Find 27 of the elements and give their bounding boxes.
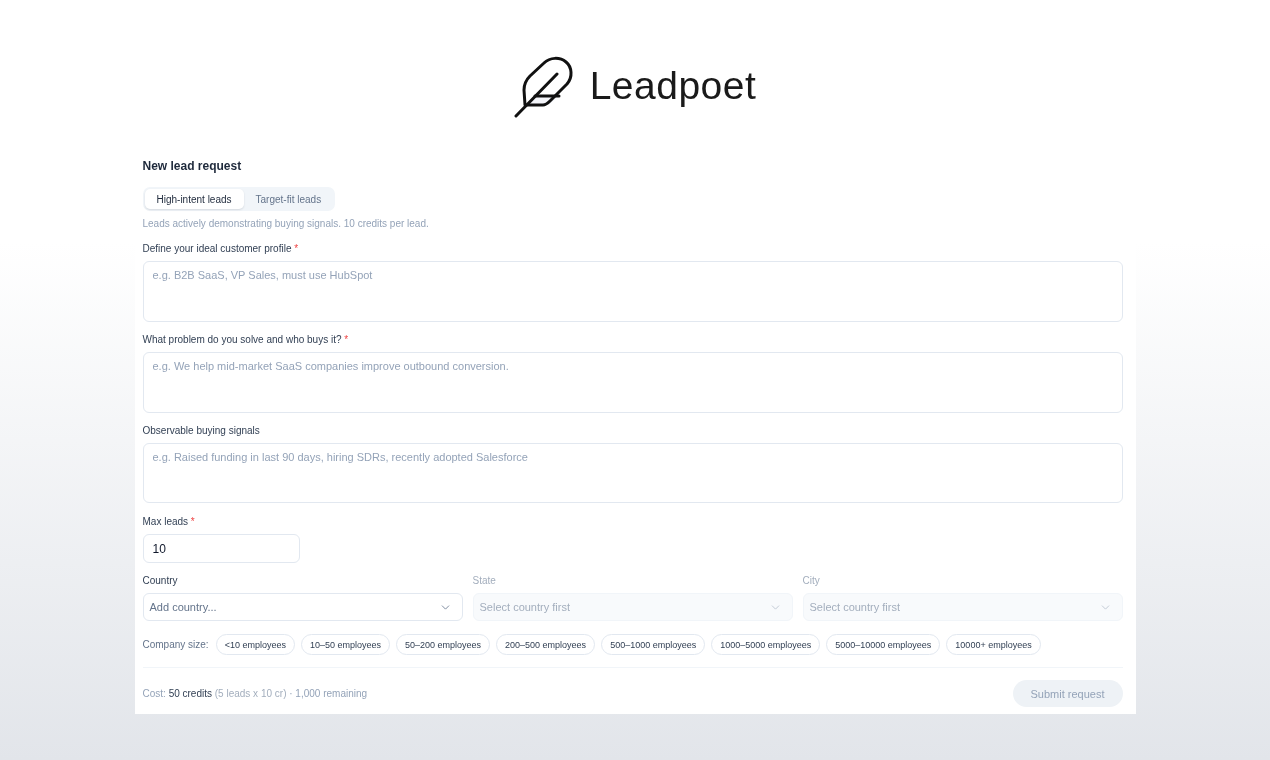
field-label: Country xyxy=(142,574,179,588)
max-leads-input[interactable]: 10 xyxy=(142,534,300,563)
company-size-chip[interactable]: 200–500 employees xyxy=(496,634,596,655)
company-size-chip[interactable]: 10–50 employees xyxy=(300,634,390,655)
tab-description: Leads actively demonstrating buying signals. 10 credits per lead. xyxy=(142,217,430,231)
field-label: City xyxy=(802,574,821,588)
lead-type-tab[interactable]: Target-fit leads xyxy=(243,189,334,209)
text-area-field[interactable]: e.g. B2B SaaS, VP Sales, must use HubSpot xyxy=(142,261,1123,322)
company-size-chip[interactable]: <10 employees xyxy=(215,634,295,655)
company-size-chip[interactable]: 1000–5000 employees xyxy=(711,634,821,655)
company-size-label: Company size: xyxy=(142,639,209,650)
company-size-chip[interactable]: 5000–10000 employees xyxy=(826,634,941,655)
field-label: Define your ideal customer profile * xyxy=(142,242,300,256)
field-label: Observable buying signals xyxy=(142,424,261,438)
company-size-chip[interactable]: 500–1000 employees xyxy=(601,634,706,655)
company-size-chip[interactable]: 10000+ employees xyxy=(946,634,1041,655)
company-size-chip[interactable]: 50–200 employees xyxy=(396,634,491,655)
field-label: What problem do you solve and who buys it? * xyxy=(142,333,350,347)
cost-summary: Cost: 50 credits (5 leads x 10 cr) · 1,000 remaining xyxy=(142,688,368,699)
lead-type-tab[interactable]: High-intent leads xyxy=(144,189,244,209)
form-title: New lead request xyxy=(142,158,243,174)
location-select[interactable]: Add country... xyxy=(142,593,463,621)
field-label: State xyxy=(472,574,497,588)
brand-name: Leadpoet xyxy=(589,63,757,109)
text-area-field[interactable]: e.g. Raised funding in last 90 days, hiring SDRs, recently adopted Salesforce xyxy=(142,443,1123,503)
field-label: Max leads * xyxy=(142,515,196,529)
text-area-field[interactable]: e.g. We help mid-market SaaS companies improve outbound conversion. xyxy=(142,352,1123,413)
